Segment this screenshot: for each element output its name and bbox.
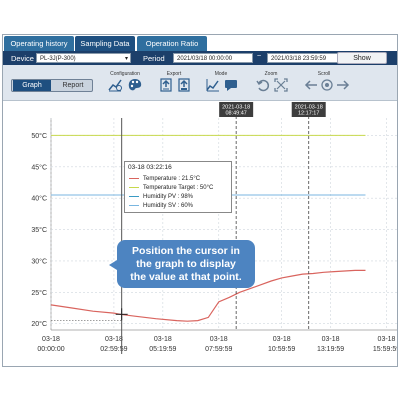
marker-label-time: 12:17:17 — [298, 111, 319, 117]
tab-operation-ratio[interactable]: Operation Ratio — [137, 36, 207, 51]
x-tick-label-date: 03-18 — [322, 336, 340, 343]
export-csv-icon[interactable] — [158, 77, 174, 93]
scroll-center-icon[interactable] — [319, 77, 335, 93]
legend-swatch — [129, 195, 139, 197]
comment-mode-icon[interactable] — [223, 77, 239, 93]
export-image-icon[interactable] — [176, 77, 192, 93]
graph-mode-icon[interactable] — [205, 77, 221, 93]
graph-view-button[interactable]: Graph — [13, 80, 51, 91]
period-label: Period — [143, 54, 165, 63]
legend-swatch — [129, 177, 139, 179]
tab-operating-history[interactable]: Operating history — [4, 36, 74, 51]
y-tick-label: 40°C — [31, 195, 47, 203]
device-select-value: PL-3J(P-300) — [40, 56, 76, 62]
tooltip-time: 03-18 03:22:16 — [128, 164, 172, 171]
tooltip-row-text: Temperature Target : 50°C — [143, 185, 214, 191]
x-tick-label-time: 15:59:59 — [373, 346, 397, 353]
period-separator: ~ — [257, 53, 262, 60]
show-button[interactable]: Show — [337, 52, 387, 64]
chart-area[interactable]: 20°C 25°C 30°C 35°C 40°C 45°C 50°C 03-18 00:00:0… — [3, 102, 397, 367]
palette-icon[interactable] — [127, 77, 143, 93]
tooltip-row-humidity-pv: Humidity PV : 98% — [129, 193, 193, 202]
zoom-reset-icon[interactable] — [255, 77, 271, 93]
y-tick-label: 50°C — [31, 132, 47, 140]
tab-sampling-data[interactable]: Sampling Data — [75, 36, 135, 51]
report-view-button[interactable]: Report — [54, 80, 92, 91]
scroll-right-icon[interactable] — [335, 77, 351, 93]
tooltip-row-text: Humidity PV : 98% — [143, 194, 194, 200]
x-tick-label-time: 05:19:59 — [149, 346, 176, 353]
chart-settings-icon[interactable] — [107, 77, 123, 93]
zoom-fit-icon[interactable] — [273, 77, 289, 93]
x-tick-label-time: 10:59:59 — [268, 346, 295, 353]
x-tick-label-date: 03-18 — [273, 336, 291, 343]
x-tick-label-date: 03-18 — [154, 336, 172, 343]
legend-swatch — [129, 204, 139, 206]
period-start-input[interactable]: 2021/03/18 00:00:00 — [173, 53, 253, 63]
tooltip-row-text: Humidity SV : 60% — [143, 203, 194, 209]
tab-bar: Operating history Sampling Data Operatio… — [3, 35, 397, 51]
tooltip-row-temperature: Temperature : 21.5°C — [129, 175, 200, 184]
callout-line: the value at that point. — [130, 271, 242, 283]
chevron-down-icon: ▾ — [124, 56, 128, 62]
period-end-input[interactable]: 2021/03/18 23:59:59 — [267, 53, 347, 63]
y-tick-label: 20°C — [31, 320, 47, 328]
help-callout: Position the cursor in the graph to disp… — [109, 240, 255, 288]
device-bar: Device PL-3J(P-300) ▾ Period 2021/03/18 … — [3, 51, 397, 65]
y-tick-label: 25°C — [31, 289, 47, 297]
scroll-left-icon[interactable] — [303, 77, 319, 93]
device-label: Device — [11, 54, 34, 63]
sampling-chart[interactable]: 20°C 25°C 30°C 35°C 40°C 45°C 50°C 03-18 00:00:0… — [3, 102, 397, 367]
tooltip-row-temperature-target: Temperature Target : 50°C — [129, 184, 213, 193]
callout-line: Position the cursor in — [132, 245, 240, 257]
y-tick-label: 30°C — [31, 257, 47, 265]
tooltip-row-humidity-sv: Humidity SV : 60% — [129, 202, 193, 211]
legend-swatch — [129, 186, 139, 188]
callout-line: the graph to display — [136, 258, 236, 270]
toolbar: Graph Report Configuration Export Mode Z… — [3, 65, 397, 101]
x-tick-label-date: 03-18 — [105, 336, 123, 343]
marker-label-time: 08:49:47 — [225, 111, 246, 117]
value-tooltip: 03-18 03:22:16 Temperature : 21.5°C Temp… — [124, 161, 232, 213]
device-select[interactable]: PL-3J(P-300) ▾ — [36, 53, 131, 63]
tooltip-row-text: Temperature : 21.5°C — [143, 176, 201, 182]
app-window: Operating history Sampling Data Operatio… — [2, 34, 398, 367]
y-tick-label: 35°C — [31, 226, 47, 234]
x-tick-label-time: 02:59:59 — [100, 346, 127, 353]
x-tick-label-date: 03-18 — [42, 336, 60, 343]
x-tick-label-date: 03-18 — [210, 336, 228, 343]
x-tick-label-time: 00:00:00 — [37, 346, 64, 353]
x-tick-label-time: 07:59:59 — [205, 346, 232, 353]
x-tick-label-date: 03-18 — [378, 336, 396, 343]
x-tick-label-time: 13:19:59 — [317, 346, 344, 353]
view-toggle: Graph Report — [11, 79, 93, 92]
y-tick-label: 45°C — [31, 163, 47, 171]
